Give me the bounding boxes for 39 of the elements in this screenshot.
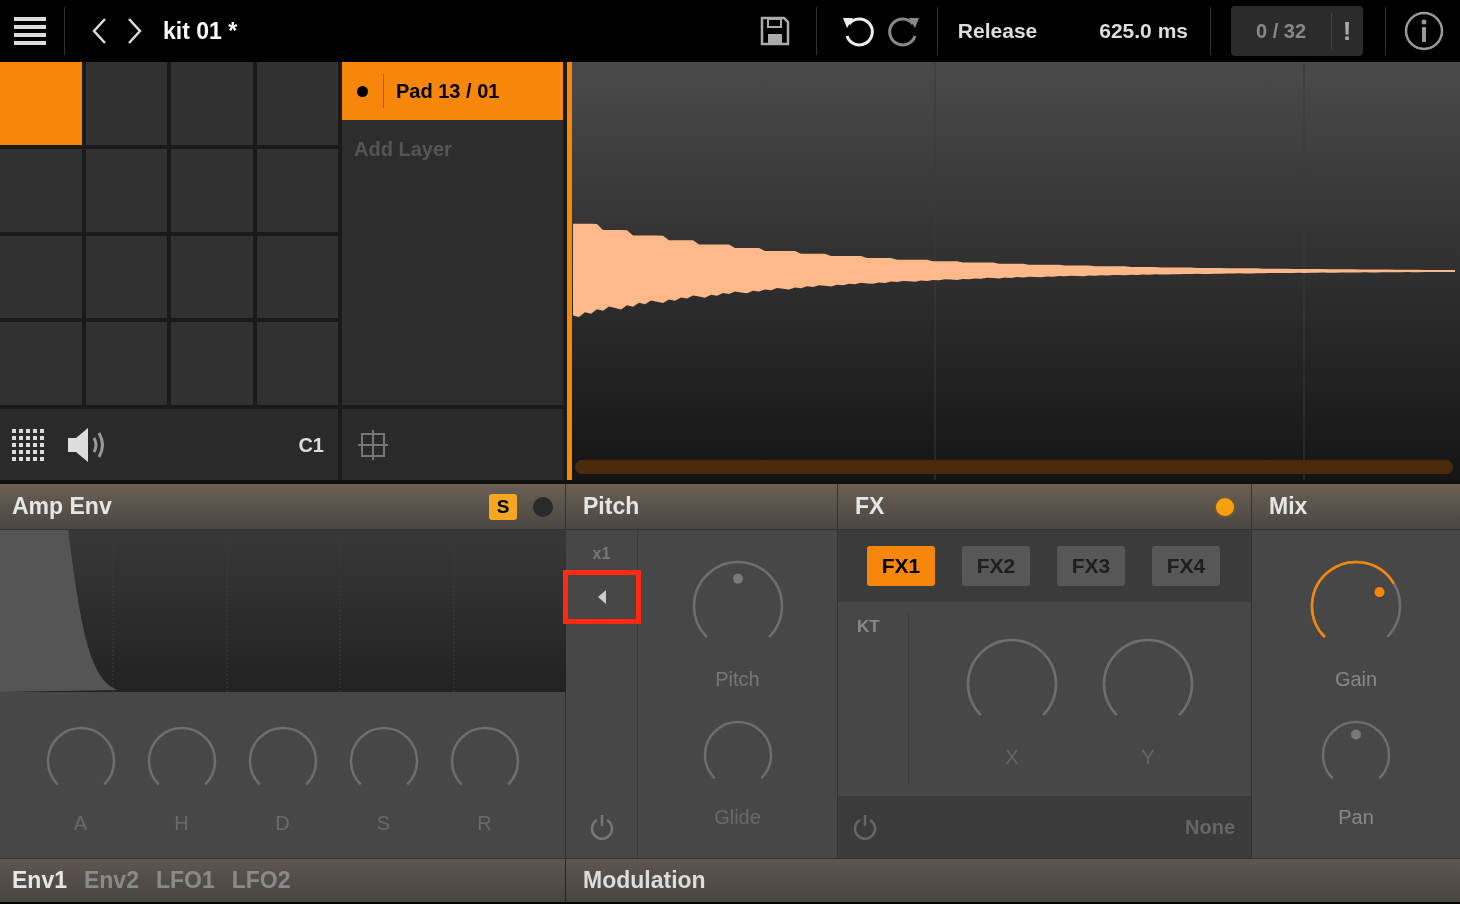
- panel-title: Mix: [1269, 492, 1308, 522]
- panel-title: FX: [855, 492, 885, 522]
- pad[interactable]: [85, 62, 167, 145]
- pad[interactable]: [256, 62, 338, 145]
- back-icon[interactable]: [597, 590, 606, 604]
- fx-tab[interactable]: FX1: [867, 546, 935, 586]
- solo-button[interactable]: S: [489, 493, 517, 520]
- panel-title: Amp Env: [12, 492, 112, 522]
- redo-icon[interactable]: [886, 14, 921, 48]
- fx-tab[interactable]: FX4: [1152, 546, 1220, 586]
- power-icon[interactable]: [588, 814, 615, 840]
- parameter-name: Release: [957, 18, 1038, 45]
- fx-tab[interactable]: FX2: [962, 546, 1030, 586]
- panel-title: Pitch: [583, 492, 640, 522]
- tab[interactable]: Env1: [12, 863, 67, 898]
- pad[interactable]: [0, 62, 82, 145]
- tab[interactable]: Env2: [84, 863, 139, 898]
- pad[interactable]: [171, 62, 253, 145]
- back-icon[interactable]: [91, 17, 107, 45]
- knob-label: Pan: [1338, 805, 1374, 830]
- parameter-value: 625.0 ms: [1099, 18, 1188, 45]
- undo-icon[interactable]: [840, 14, 875, 48]
- power-icon[interactable]: [852, 814, 878, 840]
- forward-icon[interactable]: [127, 17, 143, 45]
- keypad-icon[interactable]: [12, 428, 44, 461]
- tab[interactable]: LFO2: [231, 863, 291, 898]
- note-label: C1: [298, 432, 324, 458]
- grid-icon[interactable]: [358, 429, 388, 460]
- tab[interactable]: LFO1: [155, 863, 215, 898]
- menu-icon[interactable]: [14, 16, 46, 46]
- counter-display[interactable]: 0 / 32 !: [1231, 6, 1363, 56]
- kt-label: KT: [857, 616, 881, 638]
- knob-label: Gain: [1334, 667, 1378, 692]
- kit-name: kit 01 *: [163, 16, 238, 46]
- layer-item[interactable]: Pad 13 / 01: [342, 62, 563, 120]
- panel-title: Modulation: [583, 866, 706, 896]
- save-icon[interactable]: [759, 16, 790, 46]
- info-icon[interactable]: [1404, 11, 1444, 51]
- fx-tab[interactable]: FX3: [1057, 546, 1125, 586]
